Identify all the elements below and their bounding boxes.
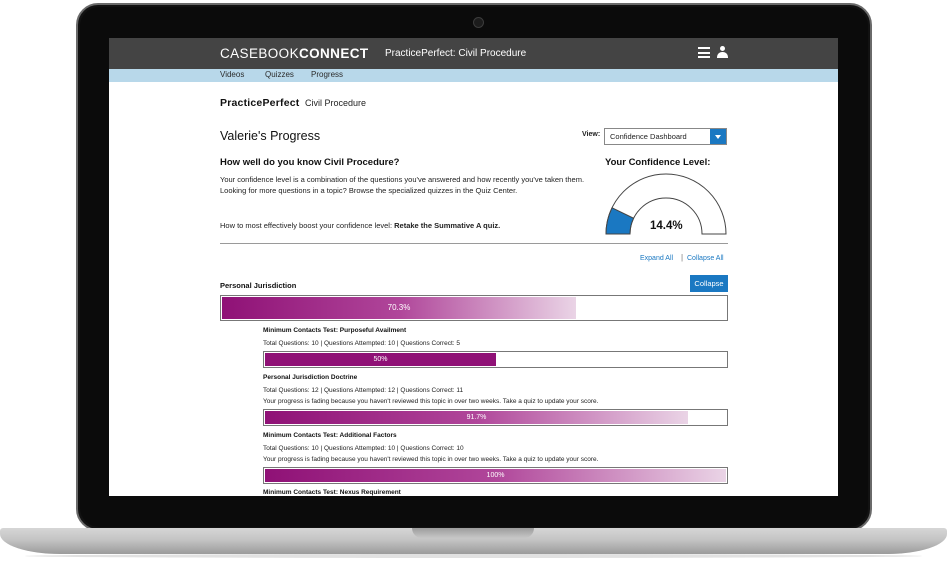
collapse-all-link[interactable]: Collapse All — [687, 255, 724, 262]
confidence-title: Your Confidence Level: — [605, 157, 711, 168]
boost-tip: How to most effectively boost your confi… — [220, 221, 500, 230]
section-divider — [220, 243, 728, 244]
topic-title[interactable]: Minimum Contacts Test: Purposeful Availm… — [263, 327, 406, 334]
nav-item-quizzes[interactable]: Quizzes — [265, 70, 294, 79]
topic-title[interactable]: Minimum Contacts Test: Nexus Requirement — [263, 489, 401, 496]
user-icon[interactable] — [717, 46, 728, 59]
expand-all-link[interactable]: Expand All — [640, 255, 673, 262]
topic-progress-label: 100% — [486, 472, 505, 479]
app-screen: CASEBOOKCONNECT PracticePerfect: Civil P… — [109, 38, 838, 496]
brand-bold: CONNECT — [298, 46, 369, 61]
laptop-notch — [412, 528, 534, 538]
page-title: PracticePerfect — [220, 97, 300, 109]
topic-stats: Total Questions: 10 | Questions Attempte… — [263, 445, 464, 452]
confidence-value: 14.4% — [650, 220, 683, 232]
chevron-down-icon[interactable] — [710, 129, 726, 144]
topic-progress-bar: 91.7% — [263, 409, 728, 426]
topic-progress-label: 91.7% — [466, 414, 487, 421]
nav-item-progress[interactable]: Progress — [311, 70, 343, 79]
link-separator: | — [681, 253, 684, 262]
progress-title: Valerie's Progress — [220, 129, 321, 143]
sub-navigation: Videos Quizzes Progress — [109, 69, 838, 82]
hamburger-menu-icon[interactable] — [698, 47, 710, 58]
question-heading: How well do you know Civil Procedure? — [220, 157, 400, 168]
nav-item-videos[interactable]: Videos — [220, 70, 244, 79]
topic-fading-note: Your progress is fading because you have… — [263, 398, 599, 405]
topic-title[interactable]: Personal Jurisdiction Doctrine — [263, 374, 357, 381]
confidence-description: Your confidence level is a combination o… — [220, 175, 585, 195]
webcam — [473, 17, 484, 28]
view-select-value: Confidence Dashboard — [610, 132, 687, 141]
boost-action[interactable]: Retake the Summative A quiz. — [394, 221, 500, 230]
topic-progress-label: 50% — [373, 356, 388, 363]
collapse-button[interactable]: Collapse — [690, 275, 728, 292]
boost-prefix: How to most effectively boost your confi… — [220, 221, 395, 230]
topic-title[interactable]: Minimum Contacts Test: Additional Factor… — [263, 432, 397, 439]
topic-stats: Total Questions: 10 | Questions Attempte… — [263, 340, 461, 347]
view-label: View: — [582, 131, 601, 138]
topic-stats: Total Questions: 12 | Questions Attempte… — [263, 387, 464, 394]
section-title: Personal Jurisdiction — [220, 281, 297, 290]
section-progress-label: 70.3% — [387, 303, 411, 312]
brand-logo[interactable]: CASEBOOKCONNECT — [220, 46, 369, 61]
view-select[interactable]: Confidence Dashboard — [604, 128, 727, 145]
brand-light: CASEBOOK — [220, 46, 299, 61]
app-page-title: PracticePerfect: Civil Procedure — [385, 48, 527, 59]
topic-progress-bar: 50% — [263, 351, 728, 368]
page-subtitle: Civil Procedure — [305, 98, 367, 108]
topic-fading-note: Your progress is fading because you have… — [263, 456, 599, 463]
section-progress-bar: 70.3% — [220, 295, 728, 321]
topic-progress-bar: 100% — [263, 467, 728, 484]
laptop-shadow — [25, 554, 922, 558]
top-bar: CASEBOOKCONNECT PracticePerfect: Civil P… — [109, 38, 838, 69]
